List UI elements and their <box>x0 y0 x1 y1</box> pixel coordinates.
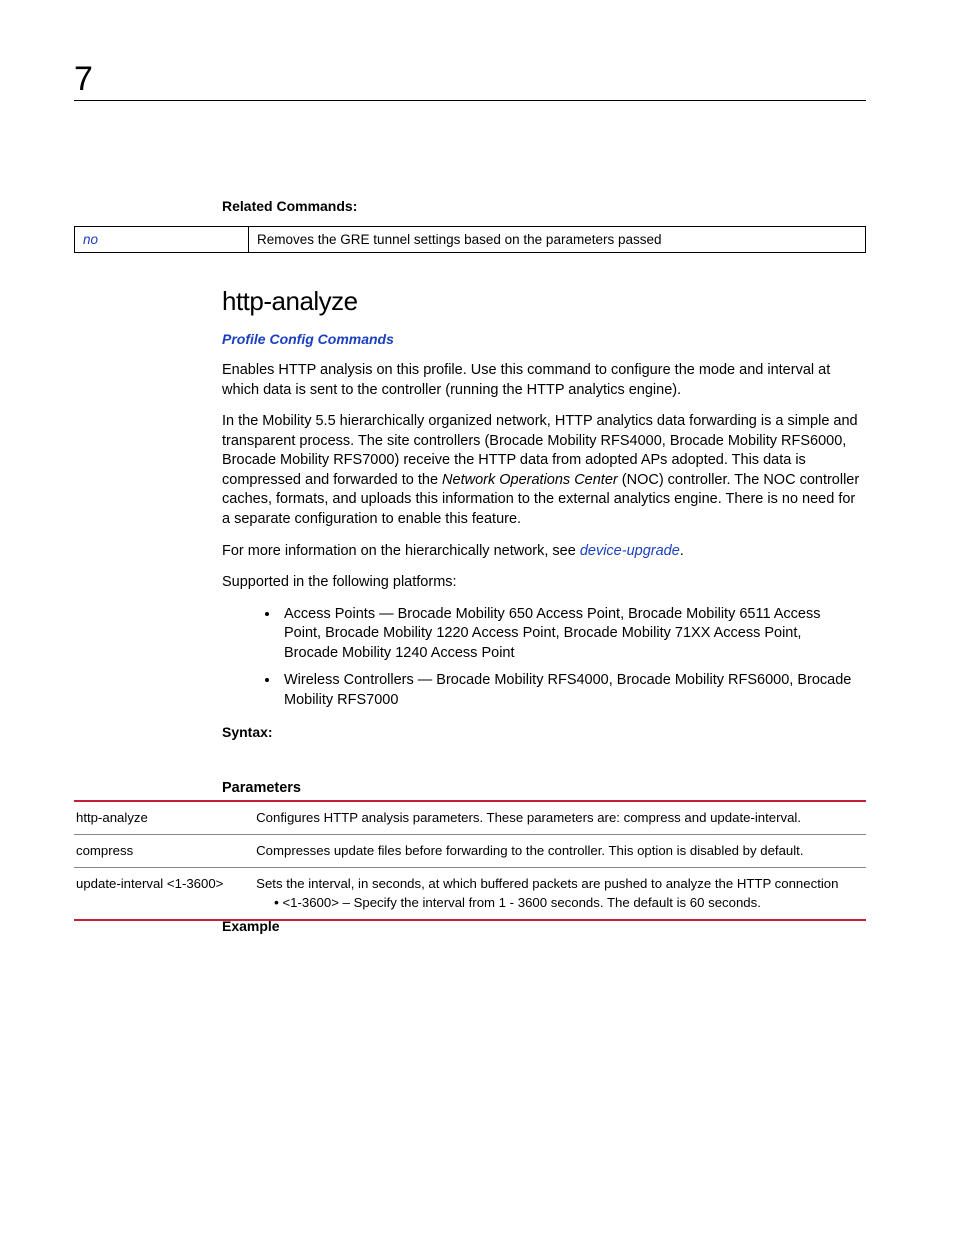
page-number: 7 <box>74 60 93 99</box>
list-item: Access Points — Brocade Mobility 650 Acc… <box>280 605 856 664</box>
related-commands-table: no Removes the GRE tunnel settings based… <box>74 226 866 253</box>
section-title: http-analyze <box>222 286 866 317</box>
parameters-table: http-analyze Configures HTTP analysis pa… <box>74 800 866 921</box>
section-body: http-analyze Profile Config Commands Ena… <box>222 282 866 814</box>
paragraph-3: For more information on the hierarchical… <box>222 542 866 562</box>
param-desc: Compresses update files before forwardin… <box>256 834 866 867</box>
paragraph-2: In the Mobility 5.5 hierarchically organ… <box>222 412 866 529</box>
paragraph-2-italic: Network Operations Center <box>442 472 618 488</box>
cmd-name-cell[interactable]: no <box>75 227 249 253</box>
page-rule <box>74 100 866 101</box>
param-bullet: <1-3600> – Specify the interval from 1 -… <box>274 894 858 912</box>
paragraph-4: Supported in the following platforms: <box>222 573 866 593</box>
param-name: compress <box>74 834 256 867</box>
table-row: no Removes the GRE tunnel settings based… <box>75 227 866 253</box>
param-name: update-interval <1-3600> <box>74 867 256 920</box>
table-row: compress Compresses update files before … <box>74 834 866 867</box>
param-desc: Sets the interval, in seconds, at which … <box>256 867 866 920</box>
platforms-list: Access Points — Brocade Mobility 650 Acc… <box>280 605 856 711</box>
example-heading: Example <box>222 918 866 934</box>
parameters-heading: Parameters <box>222 780 866 796</box>
table-row: update-interval <1-3600> Sets the interv… <box>74 867 866 920</box>
device-upgrade-link[interactable]: device-upgrade <box>580 543 680 559</box>
example-section: Example <box>222 918 866 934</box>
paragraph-3b: . <box>680 543 684 559</box>
related-commands-table-wrap: no Removes the GRE tunnel settings based… <box>74 226 866 279</box>
related-commands-heading: Related Commands: <box>222 198 866 214</box>
table-row: http-analyze Configures HTTP analysis pa… <box>74 801 866 834</box>
syntax-heading: Syntax: <box>222 724 866 740</box>
paragraph-1: Enables HTTP analysis on this profile. U… <box>222 361 866 400</box>
param-desc-text: Sets the interval, in seconds, at which … <box>256 876 838 891</box>
param-desc: Configures HTTP analysis parameters. The… <box>256 801 866 834</box>
profile-config-link[interactable]: Profile Config Commands <box>222 331 866 347</box>
cmd-desc-cell: Removes the GRE tunnel settings based on… <box>249 227 866 253</box>
param-name: http-analyze <box>74 801 256 834</box>
main-content: Related Commands: <box>222 198 866 224</box>
list-item: Wireless Controllers — Brocade Mobility … <box>280 671 856 710</box>
paragraph-3a: For more information on the hierarchical… <box>222 543 580 559</box>
